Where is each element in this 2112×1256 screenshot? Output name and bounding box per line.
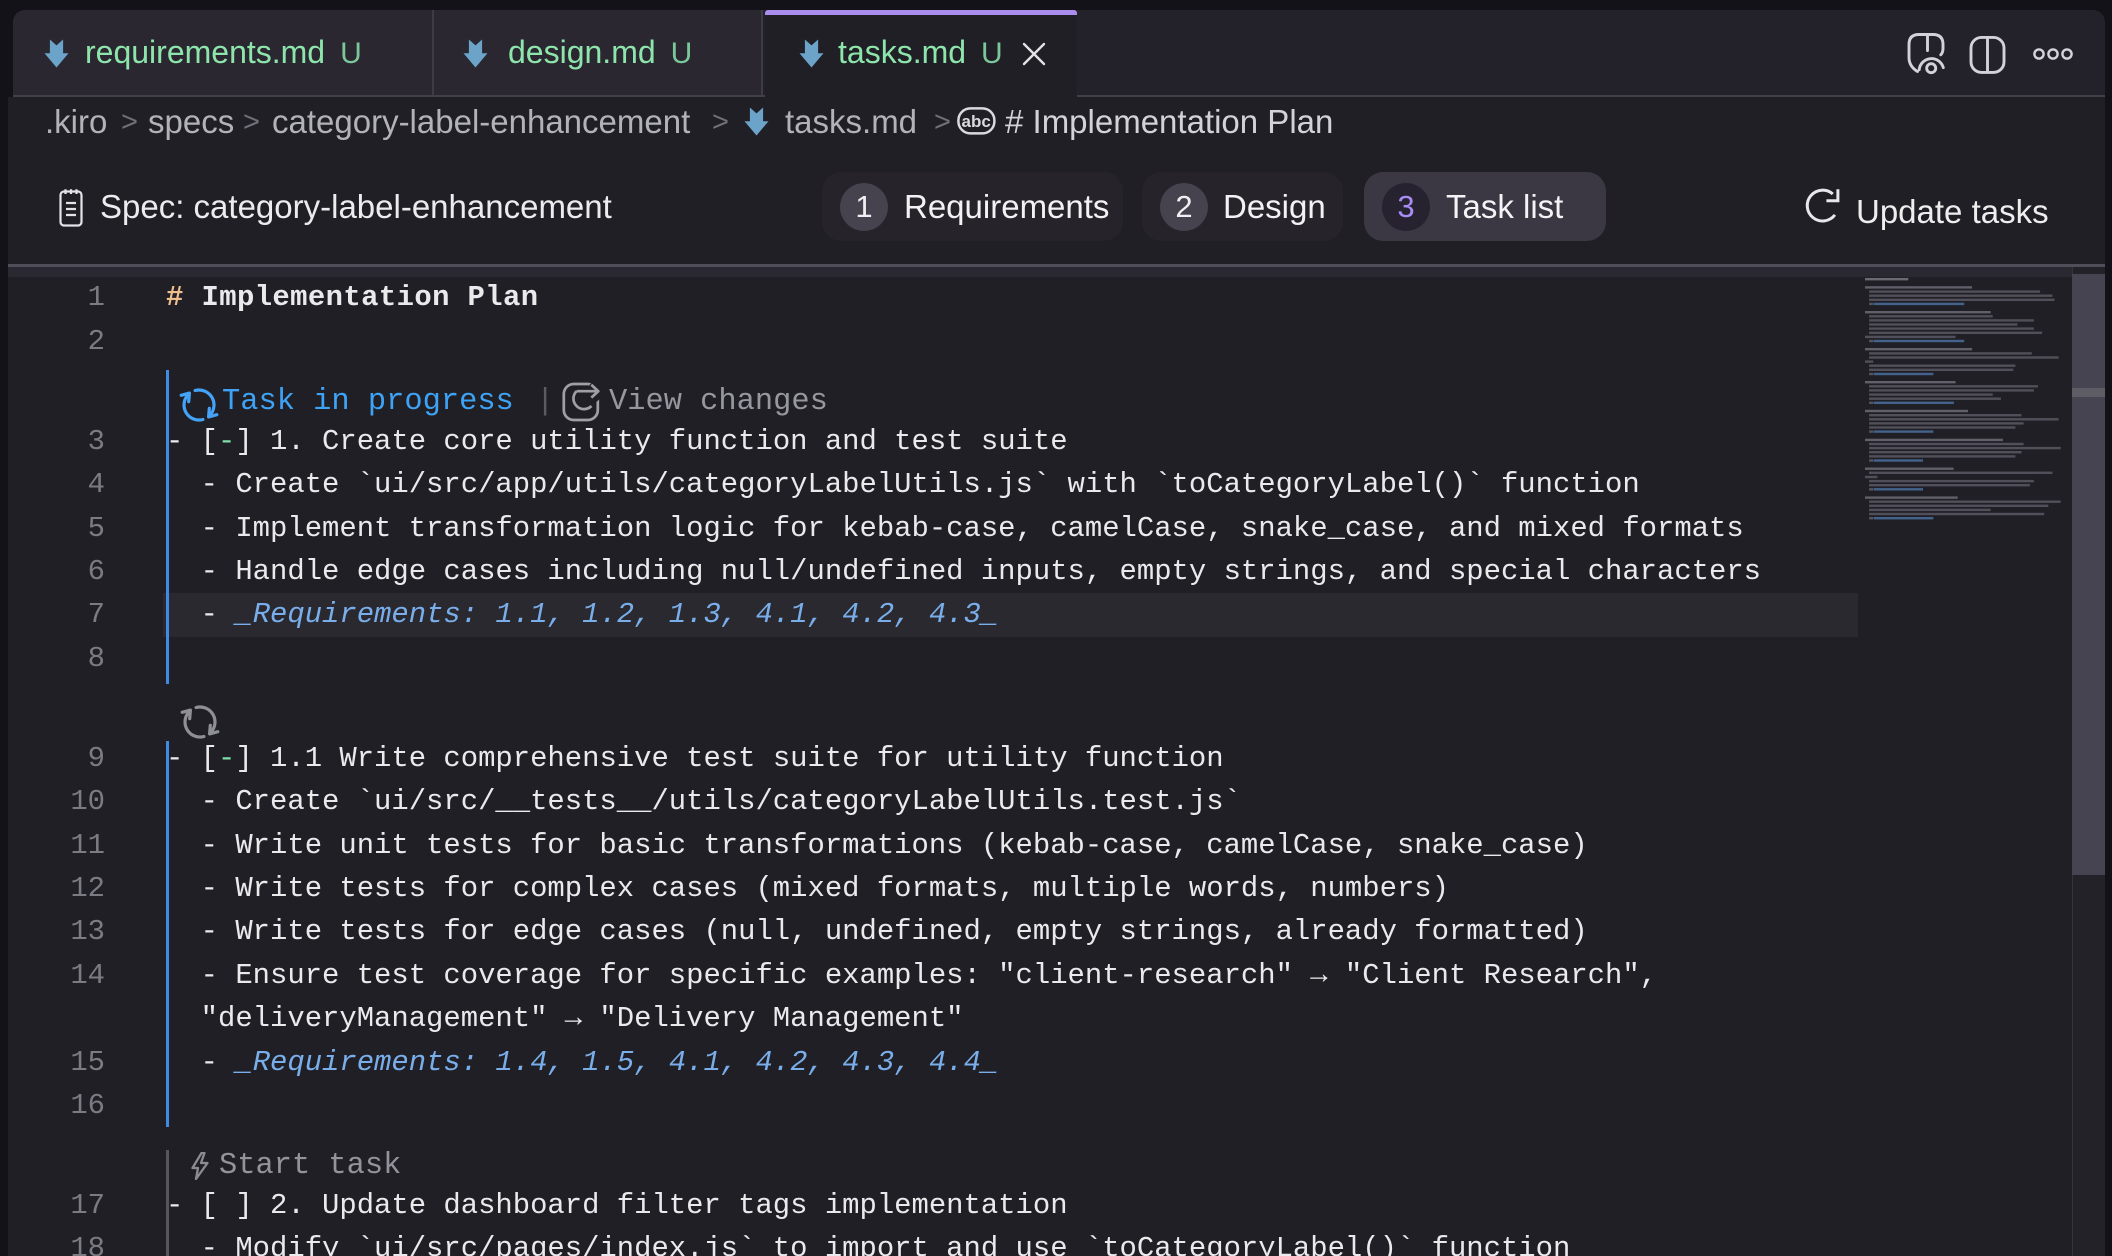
svg-text:abc: abc xyxy=(962,112,991,131)
